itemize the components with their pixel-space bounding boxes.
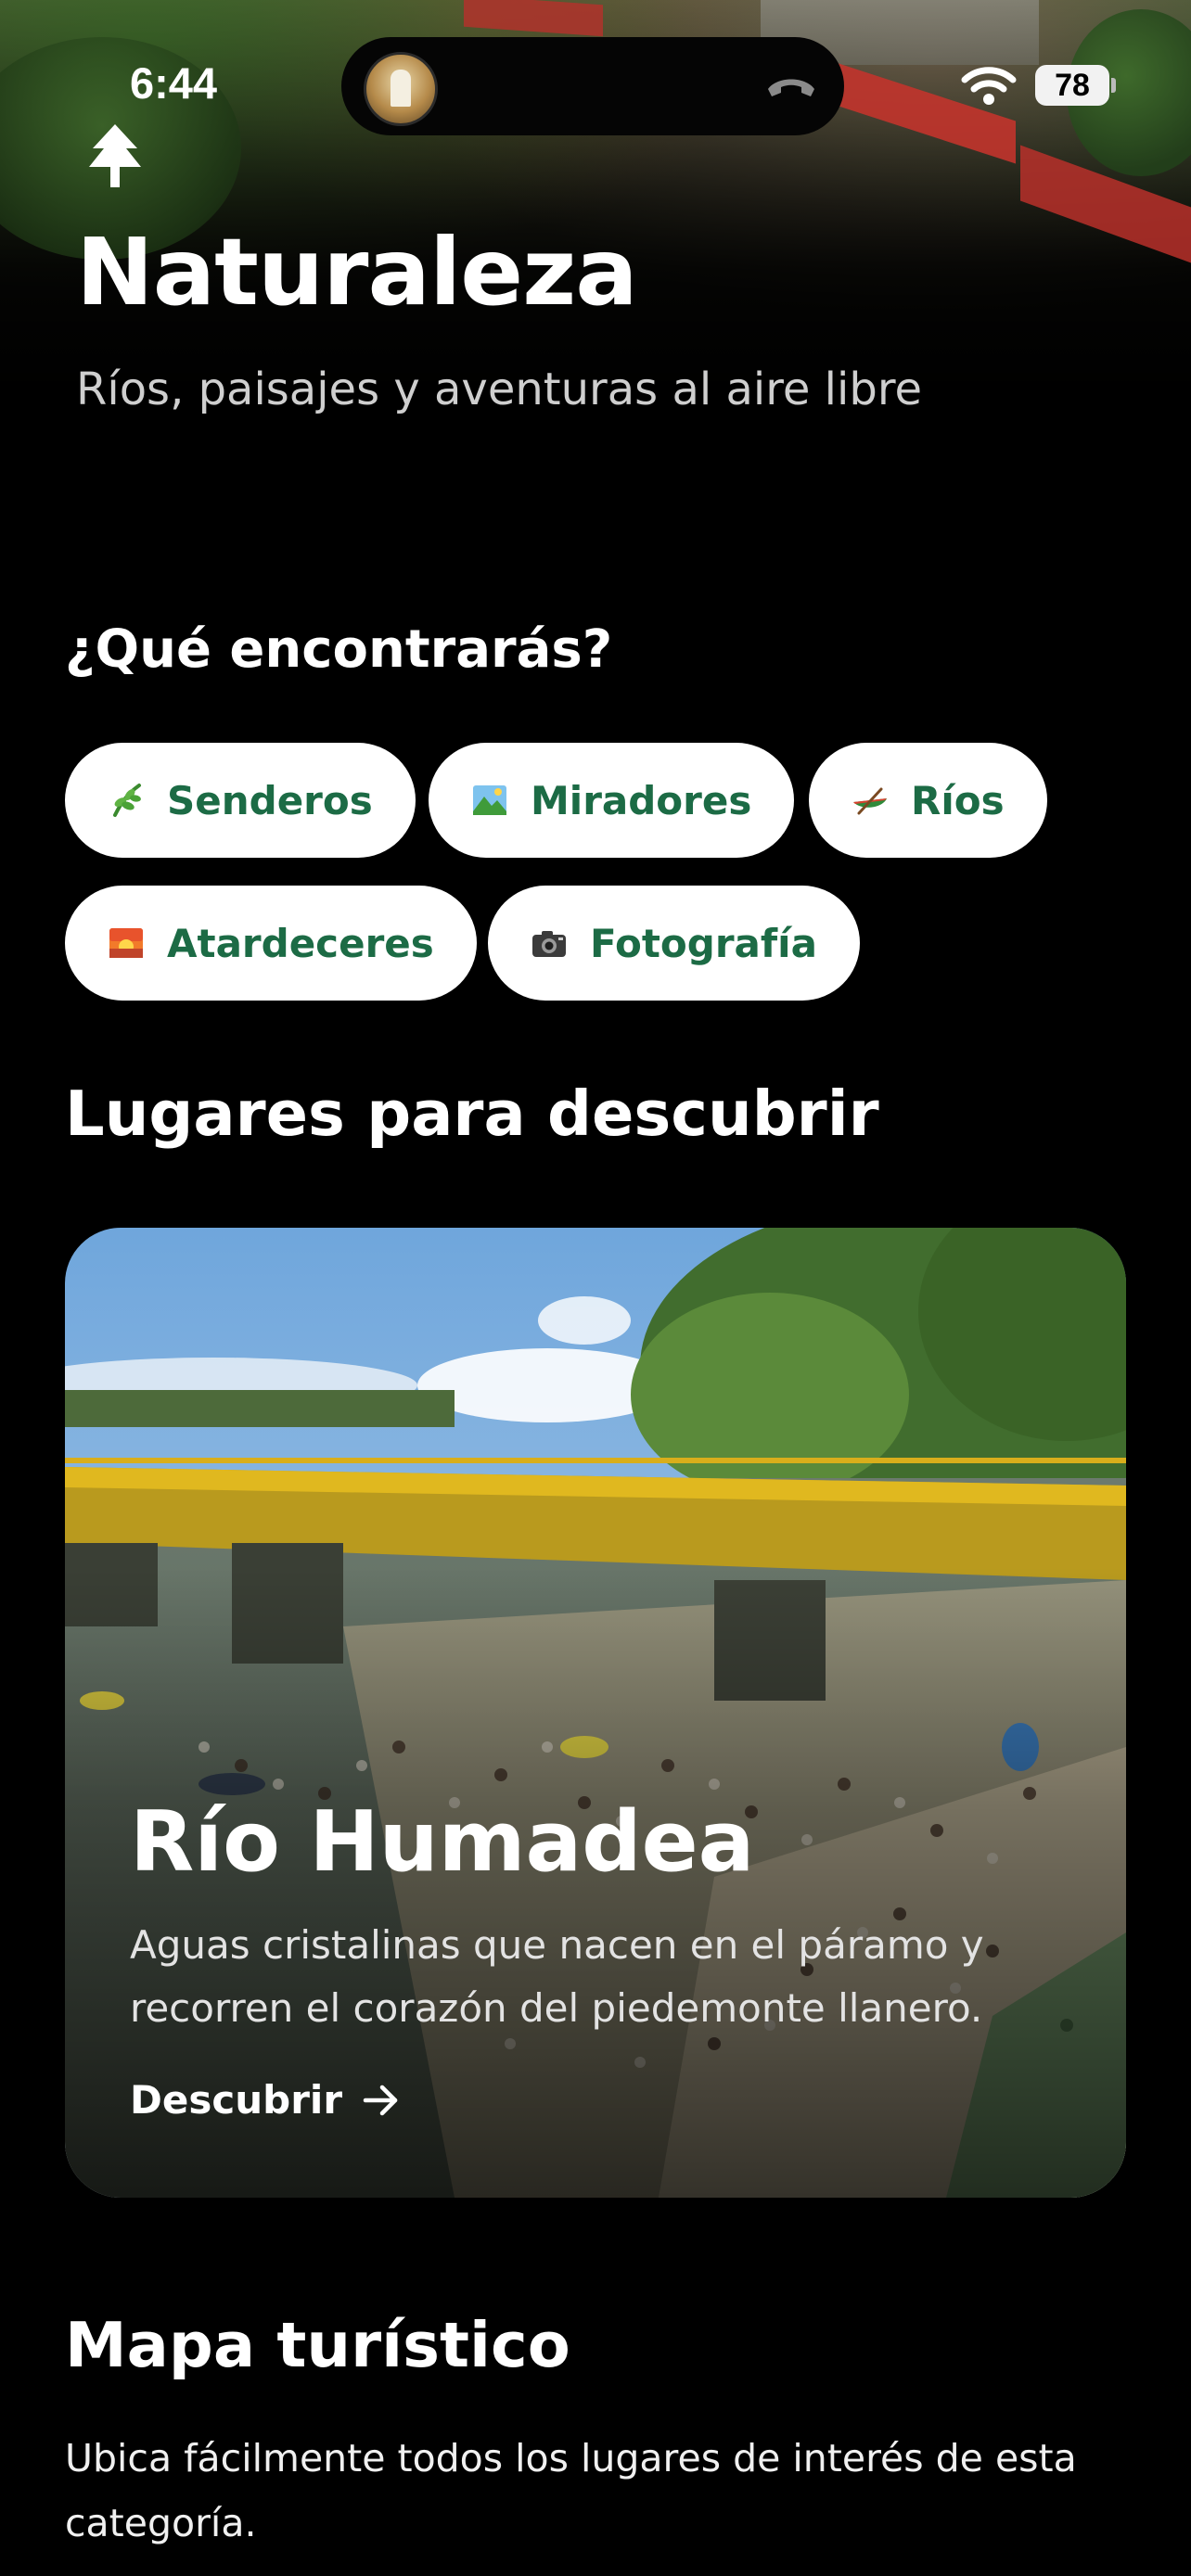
wifi-icon — [961, 67, 1017, 105]
chip-label: Fotografía — [590, 920, 817, 966]
camera-icon — [532, 931, 566, 957]
canoe-icon — [853, 787, 887, 815]
place-card-description: Aguas cristalinas que nacen en el páramo… — [130, 1922, 984, 2031]
page-title: Naturaleza — [76, 218, 638, 326]
hero-banner: 6:44 78 Naturaleza Ríos, paisajes y aven… — [0, 0, 1191, 519]
phone-hangup-icon[interactable] — [764, 70, 818, 102]
herb-icon — [113, 784, 141, 817]
landscape-icon — [473, 785, 506, 815]
status-time: 6:44 — [130, 58, 218, 108]
sunset-icon — [109, 928, 143, 958]
place-card-rio-humadea[interactable]: Río Humadea Aguas cristalinas que nacen … — [65, 1228, 1126, 2198]
discover-link[interactable]: Descubrir — [130, 2077, 400, 2123]
chip-label: Ríos — [911, 777, 1005, 823]
chip-label: Senderos — [167, 777, 373, 823]
places-heading: Lugares para descubrir — [65, 1078, 879, 1150]
chip-senderos[interactable]: Senderos — [65, 743, 416, 858]
chip-rios[interactable]: Ríos — [809, 743, 1047, 858]
arrow-right-icon — [363, 2085, 398, 2115]
chip-miradores[interactable]: Miradores — [429, 743, 795, 858]
call-avatar-figure — [391, 70, 411, 107]
tree-icon — [89, 124, 141, 187]
chip-atardeceres[interactable]: Atardeceres — [65, 886, 477, 1001]
call-avatar — [364, 52, 438, 126]
battery-nub — [1111, 78, 1116, 93]
dynamic-island[interactable] — [341, 37, 844, 135]
place-card-overlay — [65, 1228, 1126, 2198]
chip-label: Atardeceres — [167, 920, 434, 966]
discover-link-label: Descubrir — [130, 2077, 343, 2123]
page-subtitle: Ríos, paisajes y aventuras al aire libre — [76, 363, 923, 415]
map-heading: Mapa turístico — [65, 2309, 570, 2381]
map-description: Ubica fácilmente todos los lugares de in… — [65, 2436, 1077, 2545]
place-card-title: Río Humadea — [130, 1793, 755, 1891]
battery-indicator: 78 — [1035, 65, 1109, 106]
chip-fotografia[interactable]: Fotografía — [488, 886, 860, 1001]
chip-label: Miradores — [531, 777, 752, 823]
features-heading: ¿Qué encontrarás? — [65, 619, 613, 680]
